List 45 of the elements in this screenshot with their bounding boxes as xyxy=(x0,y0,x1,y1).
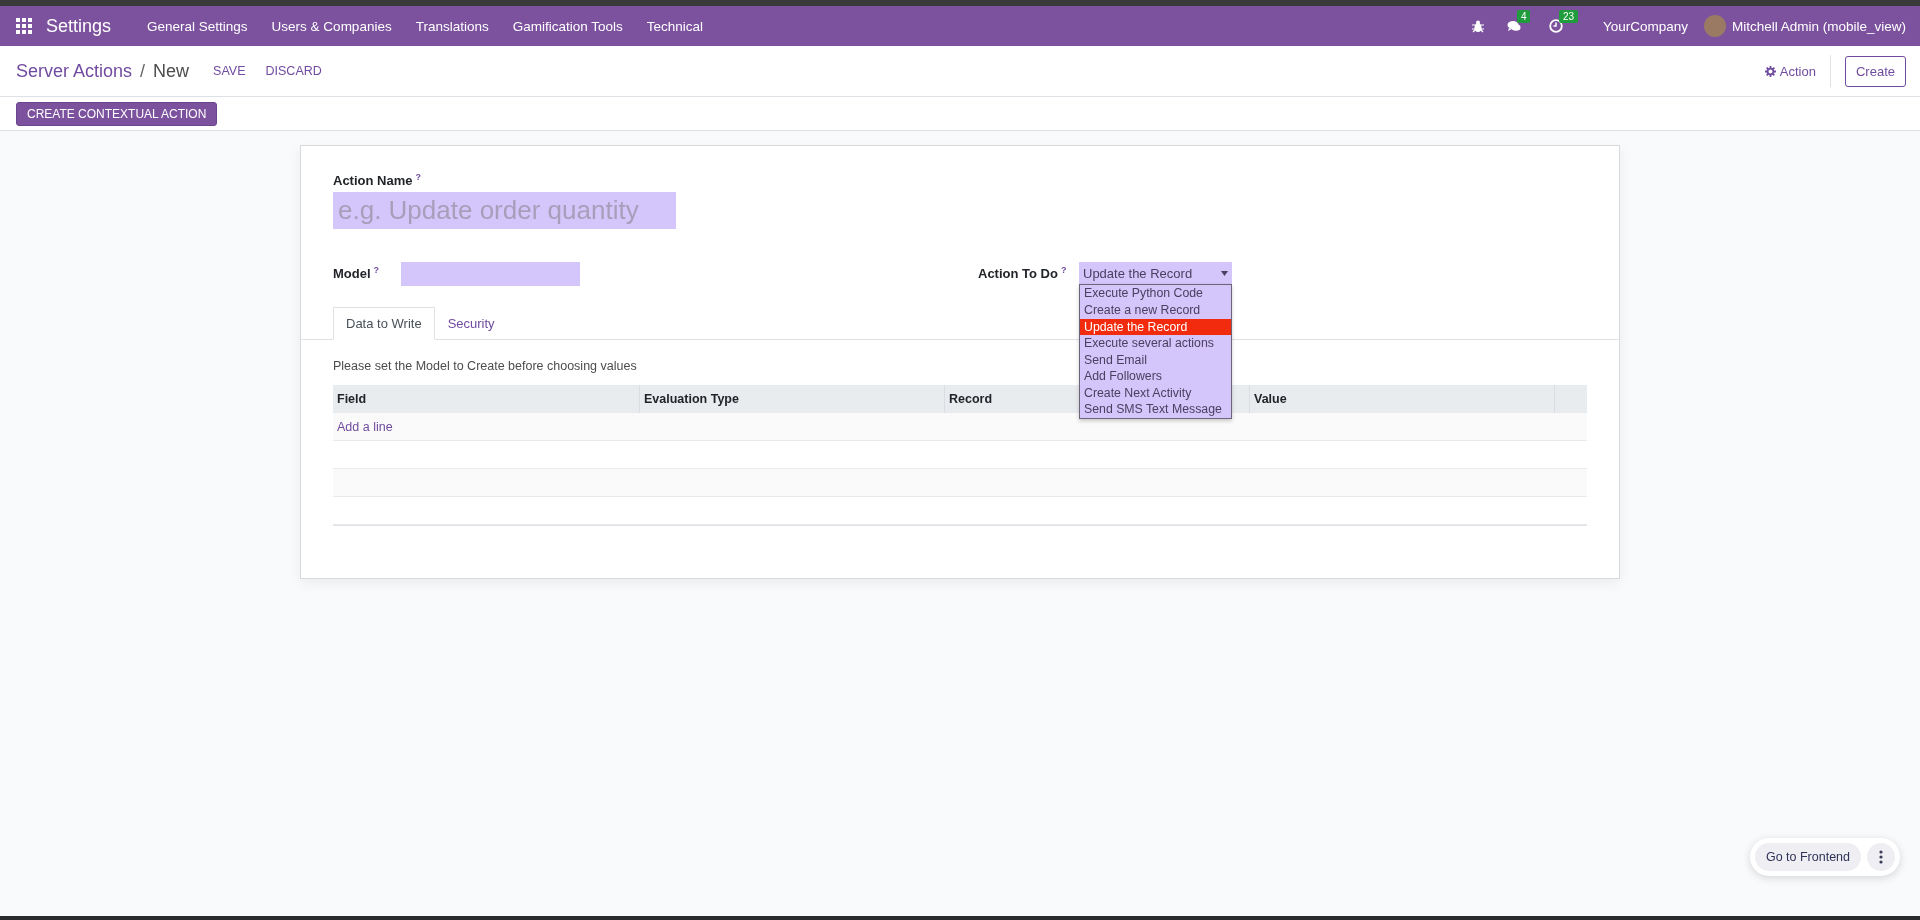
company-switcher[interactable]: YourCompany xyxy=(1602,18,1688,34)
action-menu-button[interactable]: Action xyxy=(1758,55,1831,87)
more-button[interactable] xyxy=(1867,843,1895,871)
menu-item[interactable]: Users & Companies xyxy=(259,18,404,34)
user-menu[interactable]: Mitchell Admin (mobile_view) xyxy=(1731,18,1906,34)
kebab-icon xyxy=(1879,850,1883,864)
go-to-frontend-button[interactable]: Go to Frontend xyxy=(1754,843,1861,871)
menu-item[interactable]: Technical xyxy=(634,18,716,34)
menu-item[interactable]: Translations xyxy=(403,18,501,34)
menu-item[interactable]: General Settings xyxy=(135,18,260,34)
dropdown-option[interactable]: Execute several actions xyxy=(1080,335,1231,352)
bug-icon[interactable] xyxy=(1470,19,1485,33)
create-button[interactable]: Create xyxy=(1844,55,1906,87)
menu-item[interactable]: Gamification Tools xyxy=(500,18,635,34)
dropdown-option[interactable]: Create Next Activity xyxy=(1080,384,1231,402)
caret-icon xyxy=(1221,270,1228,276)
field-label: Action Name $^{?}$ xyxy=(333,172,422,189)
tab[interactable]: Data to Write xyxy=(333,307,435,341)
create-contextual-action-button[interactable]: CREATE CONTEXTUAL ACTION xyxy=(16,101,218,126)
breadcrumb-separator: / xyxy=(140,60,146,82)
clock-icon[interactable] xyxy=(1548,19,1563,33)
dropdown-option[interactable]: Send SMS Text Message xyxy=(1080,401,1231,419)
apps-grid-icon[interactable] xyxy=(16,18,32,34)
gear-icon xyxy=(1764,65,1776,77)
dropdown-option[interactable]: Create a new Record xyxy=(1080,301,1231,319)
action-name-input[interactable]: e.g. Update order quantity xyxy=(333,192,676,230)
dropdown-option[interactable]: Update the Record xyxy=(1080,318,1231,336)
add-line-link[interactable]: Add a line xyxy=(333,419,393,434)
notice-text: Please set the Model to Create before choosing values xyxy=(333,359,637,374)
action-select[interactable]: Update the Record xyxy=(1079,262,1232,285)
discard-button[interactable]: DISCARD xyxy=(265,64,322,78)
save-button[interactable]: SAVE xyxy=(213,64,246,78)
chat-icon[interactable] xyxy=(1506,19,1521,33)
field-label: Action To Do $^{?}$ xyxy=(978,265,1068,282)
dropdown-option[interactable]: Execute Python Code xyxy=(1080,285,1231,302)
dropdown-option[interactable]: Send Email xyxy=(1080,351,1231,369)
breadcrumb-current: New xyxy=(153,60,190,82)
breadcrumb-link[interactable]: Server Actions xyxy=(16,60,133,82)
model-input[interactable] xyxy=(401,262,581,287)
dropdown-option[interactable]: Add Followers xyxy=(1080,368,1231,385)
tab[interactable]: Security xyxy=(434,307,508,341)
chat-count: 4 xyxy=(1516,10,1531,23)
app-title[interactable]: Settings xyxy=(46,15,112,37)
activity-count: 23 xyxy=(1558,10,1578,23)
field-label: Model $^{?}$ xyxy=(333,265,380,282)
